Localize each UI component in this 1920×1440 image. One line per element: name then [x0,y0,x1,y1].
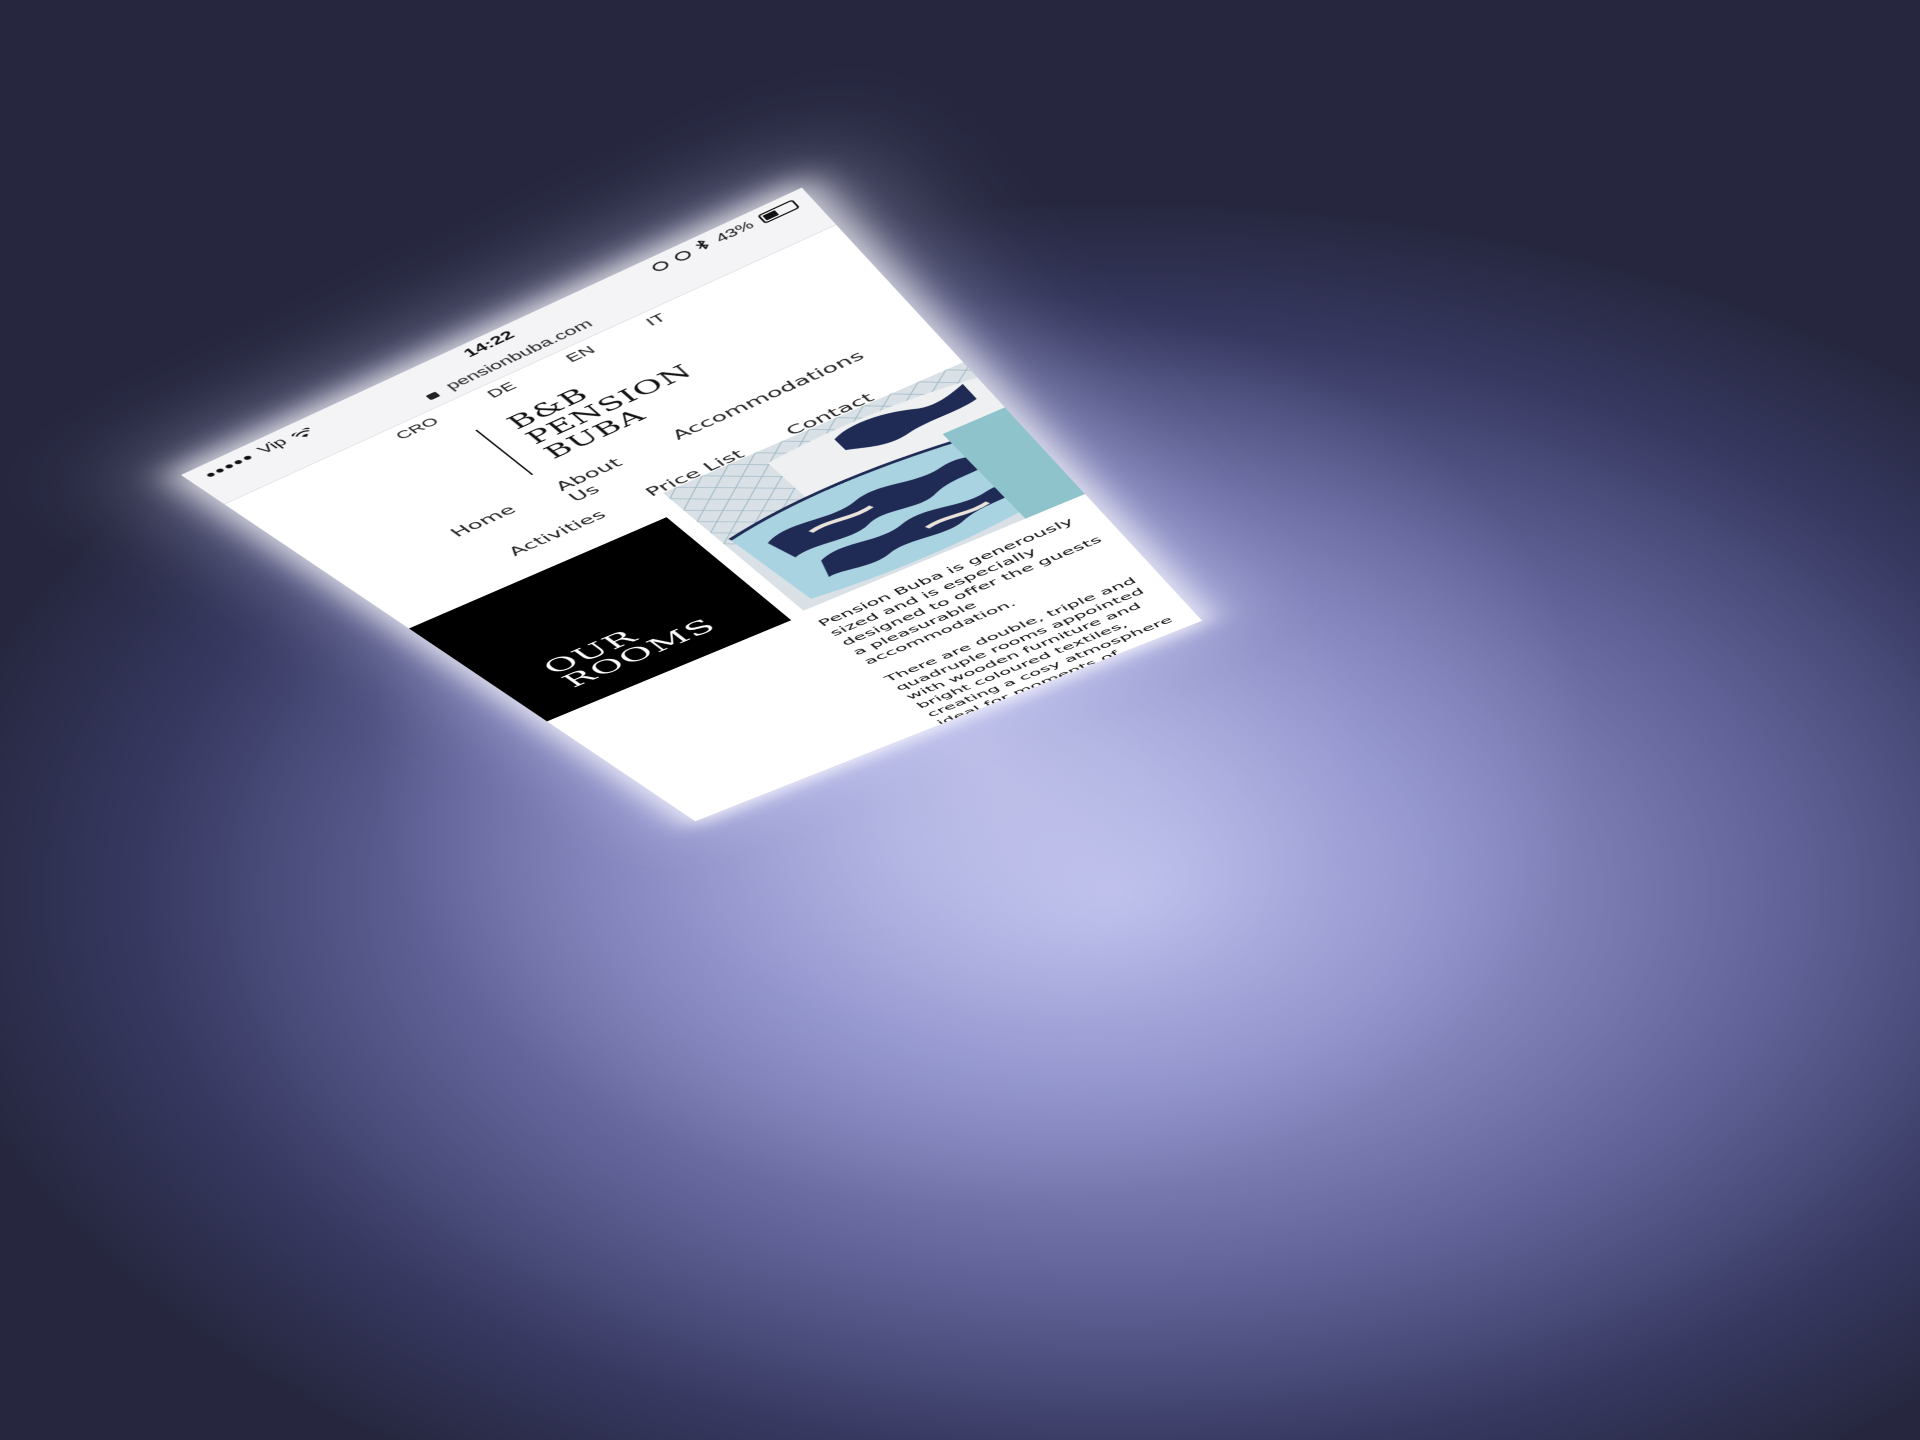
language-it[interactable]: IT [642,311,670,329]
bluetooth-icon [693,239,714,255]
lock-icon [426,392,441,401]
alarm-icon [672,249,693,262]
battery-fill [762,210,779,220]
phone-screen: ●●●●● Vip 14:22 43% pensionbuba.com CRO … [181,188,1202,822]
our-rooms-title: OUR ROOMS [538,601,722,690]
